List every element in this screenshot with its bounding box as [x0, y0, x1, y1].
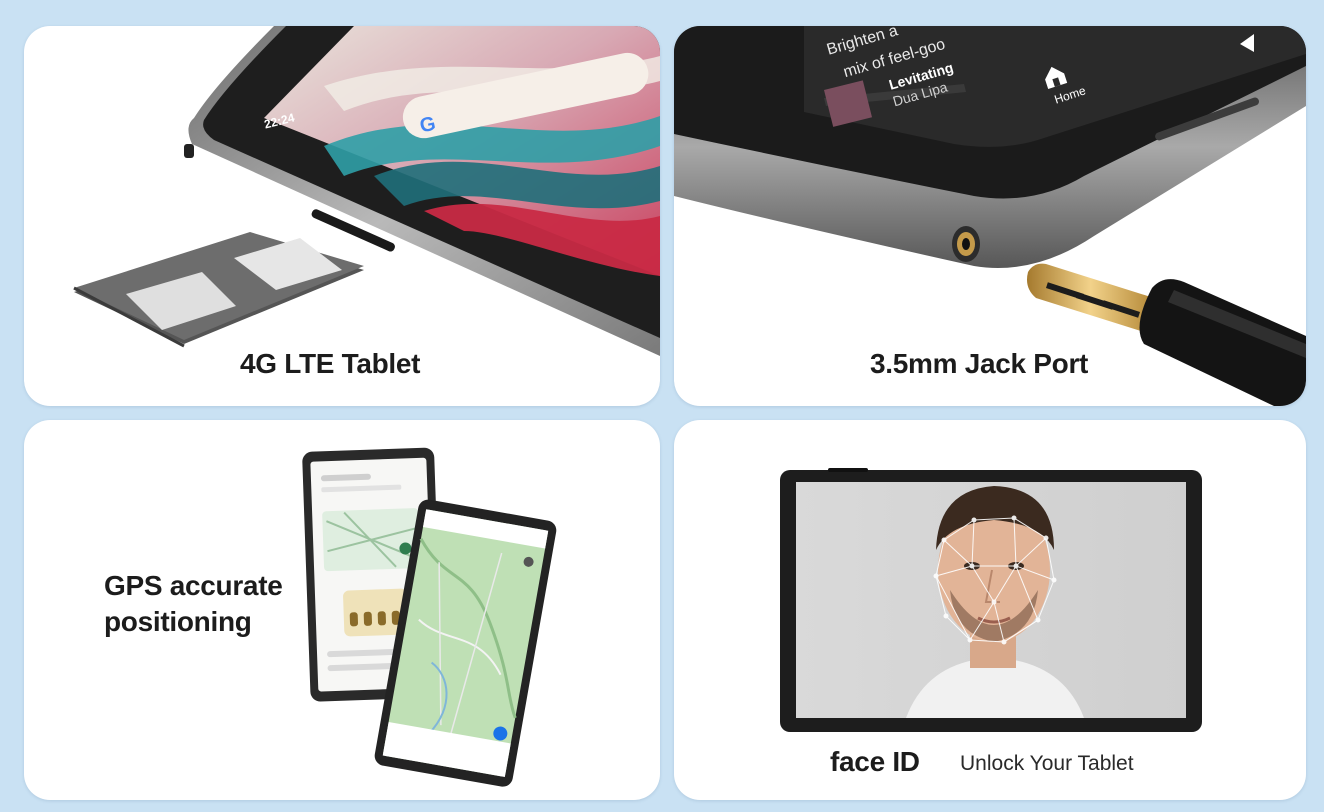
- panel-caption: 3.5mm Jack Port: [870, 348, 1089, 379]
- face-id-tablet-illustration: [780, 468, 1202, 732]
- panel-jack-port: Brighten a mix of feel-goo Levitating Du…: [674, 26, 1306, 406]
- sim-tray-icon: [73, 232, 364, 348]
- panel-4g-lte: 22:24 G 4G LTE Tablet: [24, 26, 660, 406]
- panel-gps: GPS accurate positioning: [24, 420, 660, 800]
- gps-tablets-illustration: [302, 447, 557, 787]
- product-collage: 22:24 G 4G LTE Tablet Brighten a mix of …: [0, 0, 1324, 812]
- panel-face-id: face ID Unlock Your Tablet: [674, 420, 1306, 800]
- face-id-subtitle: Unlock Your Tablet: [960, 752, 1134, 775]
- audio-plug: [1027, 263, 1306, 406]
- face-id-title: face ID: [830, 746, 920, 777]
- panel-caption: 4G LTE Tablet: [240, 348, 421, 379]
- audio-jack-icon: [952, 226, 980, 262]
